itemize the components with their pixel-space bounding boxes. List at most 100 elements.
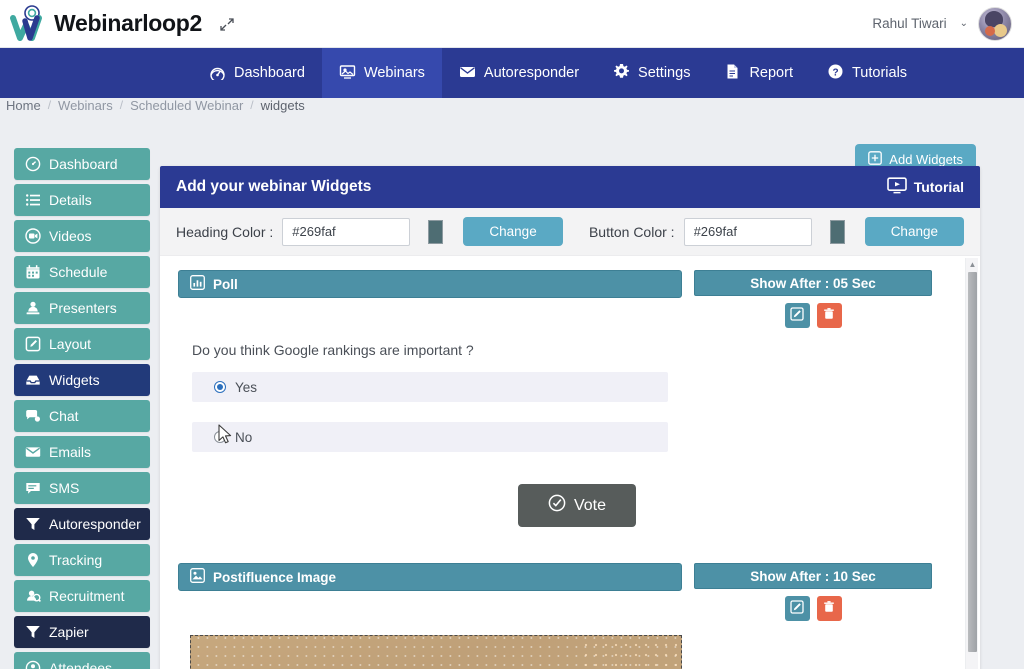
sidebar-label: Tracking	[49, 552, 103, 568]
widgets-card: Add your webinar Widgets Tutorial Headin…	[160, 166, 980, 669]
speedometer-icon	[209, 63, 226, 84]
sidebar-item-zapier[interactable]: Zapier	[14, 616, 150, 648]
heading-color-swatch[interactable]	[428, 219, 444, 244]
sidebar-item-videos[interactable]: Videos	[14, 220, 150, 252]
poll-option-no[interactable]: No	[192, 422, 668, 452]
poll-widget-header: Poll	[178, 270, 682, 298]
map-pin-icon	[24, 552, 41, 569]
poll-option-label: No	[235, 429, 253, 445]
heading-color-input[interactable]	[282, 217, 411, 246]
trash-icon	[822, 600, 836, 617]
sidebar-item-presenters[interactable]: Presenters	[14, 292, 150, 324]
sidebar-item-attendees[interactable]: Attendees	[14, 652, 150, 669]
document-icon	[724, 63, 741, 84]
widget-header-row: Poll Show After : 05 Sec	[178, 270, 962, 328]
heading-color-change-button[interactable]: Change	[463, 217, 563, 246]
app-root: Webinarloop2 Rahul Tiwari ⌄ Dashboard We…	[0, 0, 1024, 669]
tutorial-button[interactable]: Tutorial	[886, 177, 964, 197]
sidebar-item-sms[interactable]: SMS	[14, 472, 150, 504]
nav-item-settings[interactable]: Settings	[596, 48, 707, 98]
sidebar-item-details[interactable]: Details	[14, 184, 150, 216]
poll-show-after-badge[interactable]: Show After : 05 Sec	[694, 270, 932, 296]
image-edit-button[interactable]	[784, 596, 810, 621]
sidebar-item-chat[interactable]: Chat	[14, 400, 150, 432]
sidebar-label: Attendees	[49, 660, 113, 669]
sidebar-item-schedule[interactable]: Schedule	[14, 256, 150, 288]
sidebar-label: Videos	[49, 228, 92, 244]
sidebar-label: Widgets	[49, 372, 100, 388]
sidebar-item-emails[interactable]: Emails	[14, 436, 150, 468]
recruitment-icon	[24, 588, 41, 605]
radio-yes[interactable]	[214, 381, 226, 393]
envelope-icon	[459, 63, 476, 84]
nav-label-dashboard: Dashboard	[234, 65, 305, 81]
video-camera-icon	[24, 228, 41, 245]
nav-item-dashboard[interactable]: Dashboard	[192, 48, 322, 98]
image-widget-preview	[190, 635, 682, 669]
chevron-down-icon[interactable]: ⌄	[960, 18, 968, 29]
widget-header-row: Postifluence Image Show After : 10 Sec	[178, 563, 962, 621]
decorative-dots	[581, 640, 677, 669]
nav-item-report[interactable]: Report	[707, 48, 810, 98]
sidebar-label: Presenters	[49, 300, 117, 316]
webinar-sidebar: Dashboard Details Videos Schedule Presen…	[14, 148, 150, 669]
image-widget-controls: Show After : 10 Sec	[694, 563, 932, 621]
edit-pencil-icon	[790, 600, 804, 617]
image-icon	[190, 568, 205, 586]
avatar[interactable]	[978, 6, 1012, 41]
edit-pencil-icon	[790, 307, 804, 324]
breadcrumb-item-scheduled-webinar[interactable]: Scheduled Webinar	[130, 98, 243, 113]
sidebar-item-dashboard[interactable]: Dashboard	[14, 148, 150, 180]
widget-list-scroll-area[interactable]: Poll Show After : 05 Sec Do you think Go…	[160, 256, 980, 669]
nav-item-webinars[interactable]: Webinars	[321, 48, 442, 98]
nav-item-tutorials[interactable]: ? Tutorials	[810, 48, 924, 98]
poll-edit-button[interactable]	[784, 303, 810, 328]
sidebar-item-tracking[interactable]: Tracking	[14, 544, 150, 576]
envelope-icon	[24, 444, 41, 461]
button-color-swatch[interactable]	[829, 219, 845, 244]
poll-widget-controls: Show After : 05 Sec	[694, 270, 932, 328]
attendees-icon	[24, 660, 41, 669]
poll-option-yes[interactable]: Yes	[192, 372, 668, 402]
svg-text:?: ?	[832, 67, 838, 78]
page-body: Dashboard Details Videos Schedule Presen…	[0, 118, 1024, 669]
radio-no[interactable]	[214, 431, 226, 443]
sms-icon	[24, 480, 41, 497]
nav-label-settings: Settings	[638, 65, 691, 81]
sidebar-label: Emails	[49, 444, 92, 460]
image-delete-button[interactable]	[816, 596, 842, 621]
user-menu[interactable]: Rahul Tiwari ⌄	[872, 6, 1024, 41]
sidebar-item-recruitment[interactable]: Recruitment	[14, 580, 150, 612]
sidebar-label: Recruitment	[49, 588, 125, 604]
nav-label-autoresponder: Autoresponder	[483, 65, 580, 81]
image-widget-header: Postifluence Image	[178, 563, 682, 591]
sidebar-item-widgets[interactable]: Widgets	[14, 364, 150, 396]
app-logo[interactable]: Webinarloop2	[0, 4, 202, 44]
button-color-input[interactable]	[683, 217, 812, 246]
speedometer-icon	[24, 156, 41, 173]
sidebar-item-layout[interactable]: Layout	[14, 328, 150, 360]
poll-action-buttons	[694, 303, 932, 328]
breadcrumb-item-webinars[interactable]: Webinars	[58, 98, 113, 113]
poll-delete-button[interactable]	[816, 303, 842, 328]
vote-button[interactable]: Vote	[517, 484, 637, 527]
breadcrumb-item-home[interactable]: Home	[6, 98, 41, 113]
vote-button-wrap: Vote	[192, 472, 962, 549]
sidebar-label: Layout	[49, 336, 92, 352]
sidebar-label: SMS	[49, 480, 80, 496]
scrollbar-thumb[interactable]	[968, 272, 977, 652]
presentation-screen-icon	[339, 63, 356, 84]
sidebar-item-autoresponder[interactable]: Autoresponder	[14, 508, 150, 540]
card-header: Add your webinar Widgets Tutorial	[160, 166, 980, 208]
nav-item-autoresponder[interactable]: Autoresponder	[442, 48, 596, 98]
expand-arrows-icon[interactable]	[218, 15, 236, 33]
add-widgets-label: Add Widgets	[889, 152, 963, 167]
scroll-up-arrow-icon[interactable]: ▲	[966, 258, 979, 271]
button-color-change-button[interactable]: Change	[864, 217, 964, 246]
sidebar-label: Autoresponder	[49, 516, 141, 532]
breadcrumb-separator: /	[250, 98, 254, 112]
vertical-scrollbar[interactable]: ▲	[965, 258, 978, 669]
user-name-label: Rahul Tiwari	[872, 16, 947, 31]
image-show-after-badge[interactable]: Show After : 10 Sec	[694, 563, 932, 589]
poll-question: Do you think Google rankings are importa…	[192, 342, 474, 358]
